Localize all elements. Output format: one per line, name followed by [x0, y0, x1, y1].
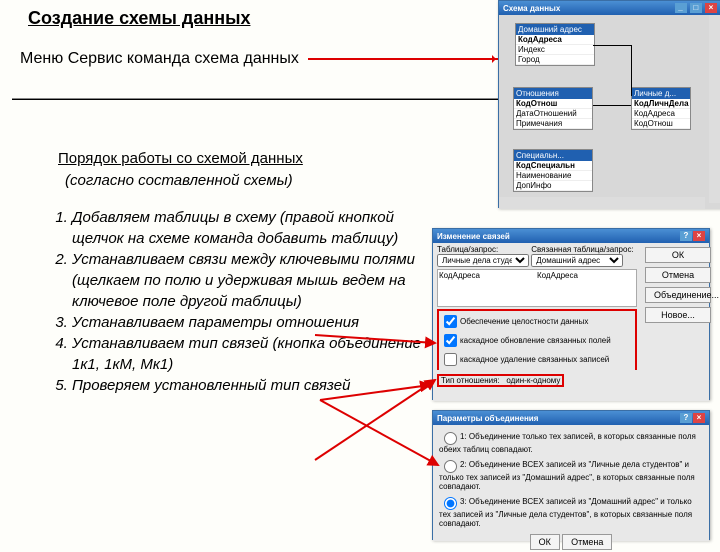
field-name[interactable]: КодЛичнДела — [632, 99, 690, 109]
cancel-button[interactable]: Отмена — [562, 534, 612, 550]
new-button[interactable]: Новое... — [645, 307, 711, 323]
right-table-combo[interactable]: Домашний адрес — [531, 254, 623, 267]
relation-type-value: один-к-одному — [506, 376, 560, 385]
help-button[interactable]: ? — [680, 413, 692, 423]
field-name[interactable]: ДатаОтношений — [514, 109, 592, 119]
field-name[interactable]: Город — [516, 55, 594, 65]
field-name[interactable]: КодОтнош — [514, 99, 592, 109]
cascade-delete-check[interactable]: каскадное удаление связанных записей — [440, 355, 609, 364]
join-option-1[interactable]: 1: Объединение только тех записей, в кот… — [436, 428, 706, 456]
dialog-title: Изменение связей — [437, 232, 510, 241]
right-table-label: Связанная таблица/запрос: — [531, 245, 633, 254]
arrow — [308, 58, 498, 60]
close-button[interactable]: × — [693, 231, 705, 241]
relation-type-label: Тип отношения: — [441, 376, 500, 385]
cancel-button[interactable]: Отмена — [645, 267, 711, 283]
field-name[interactable]: Наименование — [514, 171, 592, 181]
right-field[interactable]: КодАдреса — [536, 270, 579, 281]
arrow-group — [310, 325, 445, 495]
schema-window-title: Схема данных — [503, 4, 560, 13]
table-caption: Домашний адрес — [516, 24, 594, 35]
horizontal-rule — [12, 98, 520, 100]
join-option-3[interactable]: 3: Объединение ВСЕХ записей из "Домашний… — [436, 493, 706, 530]
scrollbar-vertical[interactable] — [709, 15, 720, 203]
schema-titlebar[interactable]: Схема данных _ □ × — [499, 1, 720, 15]
table-box[interactable]: Домашний адрес КодАдреса Индекс Город — [515, 23, 595, 66]
table-caption: Отношения — [514, 88, 592, 99]
list-item: Добавляем таблицы в схему (правой кнопко… — [72, 207, 442, 249]
relationship-dialog: Изменение связей ?× Таблица/запрос: Связ… — [432, 228, 710, 400]
table-box[interactable]: Специальн... КодСпециальн Наименование Д… — [513, 149, 593, 192]
field-name[interactable]: ДопИнфо — [514, 181, 592, 191]
close-button[interactable]: × — [693, 413, 705, 423]
workflow-note: (согласно составленной схемы) — [65, 172, 293, 189]
help-button[interactable]: ? — [680, 231, 692, 241]
left-field[interactable]: КодАдреса — [438, 270, 536, 281]
table-caption: Личные д... — [632, 88, 690, 99]
ok-button[interactable]: ОК — [530, 534, 560, 550]
integrity-section: Обеспечение целостности данных каскадное… — [437, 309, 637, 370]
join-button[interactable]: Объединение... — [645, 287, 711, 303]
field-name[interactable]: Индекс — [516, 45, 594, 55]
field-name[interactable]: КодАдреса — [516, 35, 594, 45]
maximize-button[interactable]: □ — [690, 3, 702, 13]
list-item: Устанавливаем связи между ключевыми поля… — [72, 249, 442, 312]
join-dialog: Параметры объединения ?× 1: Объединение … — [432, 410, 710, 540]
field-name[interactable]: КодОтнош — [632, 119, 690, 129]
dialog-title: Параметры объединения — [437, 414, 538, 423]
schema-window: Схема данных _ □ × Домашний адрес КодАдр… — [498, 0, 720, 208]
table-box[interactable]: Отношения КодОтнош ДатаОтношений Примеча… — [513, 87, 593, 130]
join-titlebar[interactable]: Параметры объединения ?× — [433, 411, 709, 425]
relationship-line — [593, 105, 631, 107]
join-option-2[interactable]: 2: Объединение ВСЕХ записей из "Личные д… — [436, 456, 706, 493]
left-table-combo[interactable]: Личные дела студен — [437, 254, 529, 267]
field-name[interactable]: Примечания — [514, 119, 592, 129]
workflow-heading: Порядок работы со схемой данных — [58, 150, 303, 167]
field-name[interactable]: КодАдреса — [632, 109, 690, 119]
page-title: Создание схемы данных — [28, 8, 250, 29]
relationship-titlebar[interactable]: Изменение связей ?× — [433, 229, 709, 243]
close-button[interactable]: × — [705, 3, 717, 13]
table-caption: Специальн... — [514, 150, 592, 161]
minimize-button[interactable]: _ — [675, 3, 687, 13]
left-table-label: Таблица/запрос: — [437, 245, 529, 254]
ok-button[interactable]: ОК — [645, 247, 711, 263]
field-name[interactable]: КодСпециальн — [514, 161, 592, 171]
relationship-line — [593, 45, 632, 96]
integrity-check[interactable]: Обеспечение целостности данных — [440, 317, 588, 326]
table-box[interactable]: Личные д... КодЛичнДела КодАдреса КодОтн… — [631, 87, 691, 130]
subtitle-text: Меню Сервис команда схема данных — [20, 50, 299, 68]
cascade-update-check[interactable]: каскадное обновление связанных полей — [440, 336, 611, 345]
scrollbar-horizontal[interactable] — [499, 197, 705, 209]
